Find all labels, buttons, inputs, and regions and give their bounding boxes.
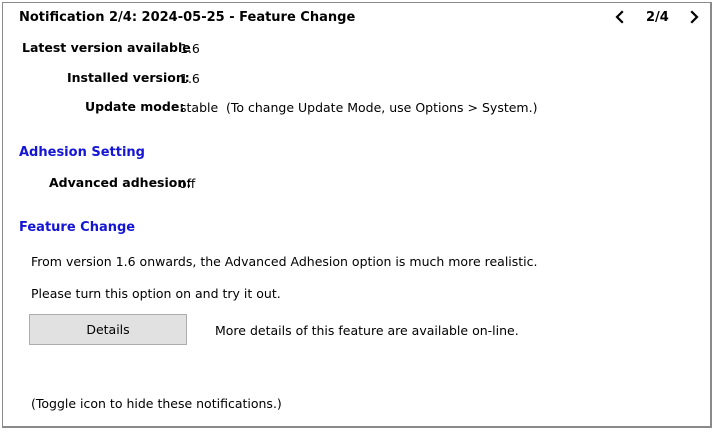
chevron-right-icon bbox=[690, 10, 699, 24]
notification-counter: 2/4 bbox=[646, 10, 669, 25]
chevron-left-icon bbox=[615, 10, 624, 24]
notification-title: Notification 2/4: 2024-05-25 - Feature C… bbox=[19, 10, 356, 25]
latest-version-label: Latest version available bbox=[22, 40, 191, 55]
advanced-adhesion-label: Advanced adhesion: bbox=[49, 175, 192, 190]
update-mode-note: (To change Update Mode, use Options > Sy… bbox=[226, 100, 538, 115]
details-note: More details of this feature are availab… bbox=[215, 323, 519, 338]
installed-version-value: 1.6 bbox=[180, 71, 200, 86]
next-notification-button[interactable] bbox=[686, 8, 702, 26]
adhesion-setting-heading: Adhesion Setting bbox=[19, 145, 145, 160]
feature-description-line1: From version 1.6 onwards, the Advanced A… bbox=[31, 254, 538, 269]
update-mode-label: Update mode: bbox=[85, 99, 185, 114]
latest-version-value: 1.6 bbox=[180, 41, 200, 56]
notification-panel bbox=[2, 2, 712, 428]
advanced-adhesion-value: off bbox=[179, 176, 196, 191]
toggle-notifications-note: (Toggle icon to hide these notifications… bbox=[31, 396, 282, 411]
installed-version-label: Installed version: bbox=[67, 70, 190, 85]
details-button[interactable]: Details bbox=[29, 314, 187, 345]
update-mode-value: stable bbox=[180, 100, 219, 115]
feature-change-heading: Feature Change bbox=[19, 220, 136, 235]
previous-notification-button[interactable] bbox=[612, 8, 628, 26]
feature-description-line2: Please turn this option on and try it ou… bbox=[31, 286, 281, 301]
